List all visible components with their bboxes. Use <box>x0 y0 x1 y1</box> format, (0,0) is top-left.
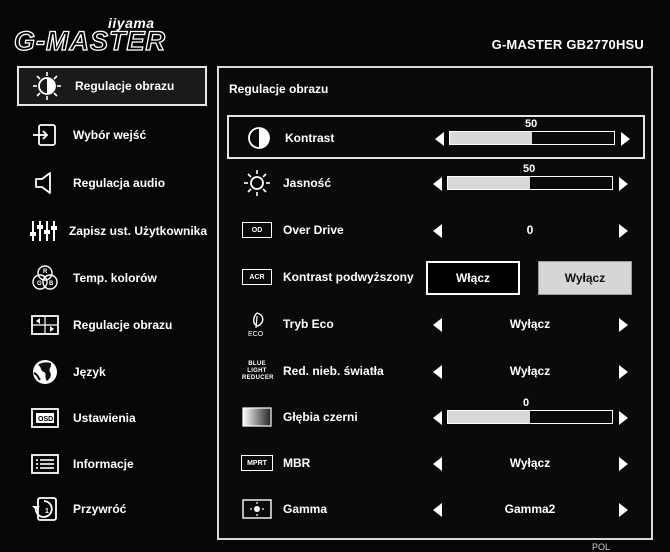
arrow-right-icon[interactable] <box>619 224 628 238</box>
svg-text:R: R <box>43 269 48 275</box>
panel-title: Regulacje obrazu <box>229 82 329 96</box>
sidebar-item-label: Regulacje obrazu <box>73 318 173 332</box>
sidebar-item-label: Język <box>73 365 106 379</box>
row-value: 0 <box>526 223 534 237</box>
acr-icon: ACR <box>241 263 273 291</box>
svg-text:G: G <box>37 281 42 287</box>
arrow-left-icon[interactable] <box>433 457 442 471</box>
sidebar-menu: Regulacje obrazu Wybór wejść Regulacja a… <box>17 66 210 536</box>
svg-text:1: 1 <box>45 508 49 515</box>
row-over-drive[interactable]: OD Over Drive 0 <box>227 209 645 253</box>
svg-text:ECO: ECO <box>248 331 264 338</box>
value-number: 50 <box>523 163 536 175</box>
model-name: G-MASTER GB2770HSU <box>491 37 644 52</box>
row-label: Red. nieb. światła <box>283 364 384 378</box>
svg-text:B: B <box>49 281 54 287</box>
taskbar-language: POL <box>591 542 610 552</box>
sidebar-item-audio[interactable]: Regulacja audio <box>17 163 207 203</box>
arrow-left-icon[interactable] <box>433 503 442 517</box>
reset-icon: 1 <box>25 492 65 526</box>
row-eco-mode[interactable]: ECO Tryb Eco Wyłącz <box>227 303 645 347</box>
sidebar-item-label: Wybór wejść <box>73 128 147 142</box>
info-list-icon <box>25 447 65 481</box>
black-level-icon <box>241 403 273 431</box>
contrast-icon <box>243 124 275 152</box>
row-acr[interactable]: ACR Kontrast podwyższony Włącz Wyłącz <box>227 256 645 300</box>
arrow-right-icon[interactable] <box>619 411 628 425</box>
osd-icon: OSD <box>25 401 65 435</box>
sidebar-item-label: Ustawienia <box>73 411 136 425</box>
black-level-slider[interactable] <box>447 410 613 424</box>
arrow-left-icon[interactable] <box>433 411 442 425</box>
row-label: Gamma <box>283 502 328 516</box>
contrast-slider[interactable] <box>449 131 615 145</box>
row-label: Over Drive <box>283 223 344 237</box>
arrow-right-icon[interactable] <box>619 365 628 379</box>
sidebar-item-save-user[interactable]: Zapisz ust. Użytkownika <box>17 211 207 251</box>
row-brightness[interactable]: Jasność 50 <box>227 162 645 206</box>
picture-adjust-icon <box>25 308 65 342</box>
contrast-sun-icon <box>27 69 67 103</box>
osd-screen: iiyama G-MASTER G-MASTER GB2770HSU Regul… <box>0 0 670 552</box>
sidebar-item-input[interactable]: Wybór wejść <box>17 115 207 155</box>
sidebar-item-picture-adjust[interactable]: Regulacje obrazu <box>17 305 207 345</box>
arrow-right-icon[interactable] <box>621 132 630 146</box>
row-value: Gamma2 <box>504 502 556 516</box>
disable-button[interactable]: Wyłącz <box>538 261 632 295</box>
value-number: 50 <box>525 118 538 130</box>
value-number: 0 <box>523 397 530 409</box>
arrow-right-icon[interactable] <box>619 503 628 517</box>
sidebar-item-information[interactable]: Informacje <box>17 444 207 484</box>
gmaster-logo: G-MASTER <box>13 25 166 56</box>
brightness-slider[interactable] <box>447 176 613 190</box>
brightness-icon <box>241 169 273 197</box>
row-label: Kontrast <box>285 131 335 145</box>
arrow-left-icon[interactable] <box>433 224 442 238</box>
row-label: Kontrast podwyższony <box>283 270 414 284</box>
row-blue-light[interactable]: BLUE LIGHT REDUCER Red. nieb. światła Wy… <box>227 350 645 394</box>
sidebar-item-settings[interactable]: OSD Ustawienia <box>17 398 207 438</box>
arrow-left-icon[interactable] <box>433 318 442 332</box>
row-label: Głębia czerni <box>283 410 358 424</box>
row-mbr[interactable]: MPRT MBR Wyłącz <box>227 442 645 486</box>
arrow-right-icon[interactable] <box>619 457 628 471</box>
sidebar-item-color-temp[interactable]: RG B Temp. kolorów <box>17 258 207 298</box>
sidebar-item-label: Przywróć <box>73 502 127 516</box>
row-gamma[interactable]: Gamma Gamma2 <box>227 488 645 532</box>
row-value: Wyłącz <box>509 364 551 378</box>
overdrive-icon: OD <box>241 216 273 244</box>
gamma-icon <box>241 495 273 523</box>
svg-text:OSD: OSD <box>38 416 53 423</box>
eco-leaf-icon: ECO <box>241 310 273 338</box>
blue-light-icon: BLUE LIGHT REDUCER <box>242 360 274 381</box>
sidebar-item-label: Zapisz ust. Użytkownika <box>68 224 207 238</box>
sidebar-item-reset[interactable]: 1 Przywróć <box>17 489 207 529</box>
rgb-circles-icon: RG B <box>25 261 65 295</box>
globe-icon <box>25 355 65 389</box>
mprt-icon: MPRT <box>241 449 273 477</box>
sliders-icon <box>25 214 61 248</box>
arrow-left-icon[interactable] <box>433 177 442 191</box>
enable-button[interactable]: Włącz <box>426 261 520 295</box>
sidebar-item-label: Regulacje obrazu <box>75 79 175 93</box>
row-black-level[interactable]: Głębia czerni 0 <box>227 396 645 440</box>
row-contrast[interactable]: Kontrast 50 <box>227 115 645 159</box>
sidebar-item-label: Regulacja audio <box>73 176 166 190</box>
sidebar-item-language[interactable]: Język <box>17 352 207 392</box>
settings-panel: Regulacje obrazu Kontrast 50 Jasność 50 … <box>217 66 653 540</box>
row-label: Jasność <box>283 176 332 190</box>
row-label: MBR <box>283 456 311 470</box>
sidebar-item-image-adjust[interactable]: Regulacje obrazu <box>17 66 207 106</box>
sidebar-item-label: Informacje <box>73 457 134 471</box>
arrow-right-icon[interactable] <box>619 318 628 332</box>
input-source-icon <box>25 118 65 152</box>
arrow-left-icon[interactable] <box>435 132 444 146</box>
arrow-right-icon[interactable] <box>619 177 628 191</box>
sidebar-item-label: Temp. kolorów <box>73 271 157 285</box>
row-value: Wyłącz <box>509 456 551 470</box>
arrow-left-icon[interactable] <box>433 365 442 379</box>
row-label: Tryb Eco <box>283 317 334 331</box>
row-value: Wyłącz <box>509 317 551 331</box>
speaker-icon <box>25 166 65 200</box>
